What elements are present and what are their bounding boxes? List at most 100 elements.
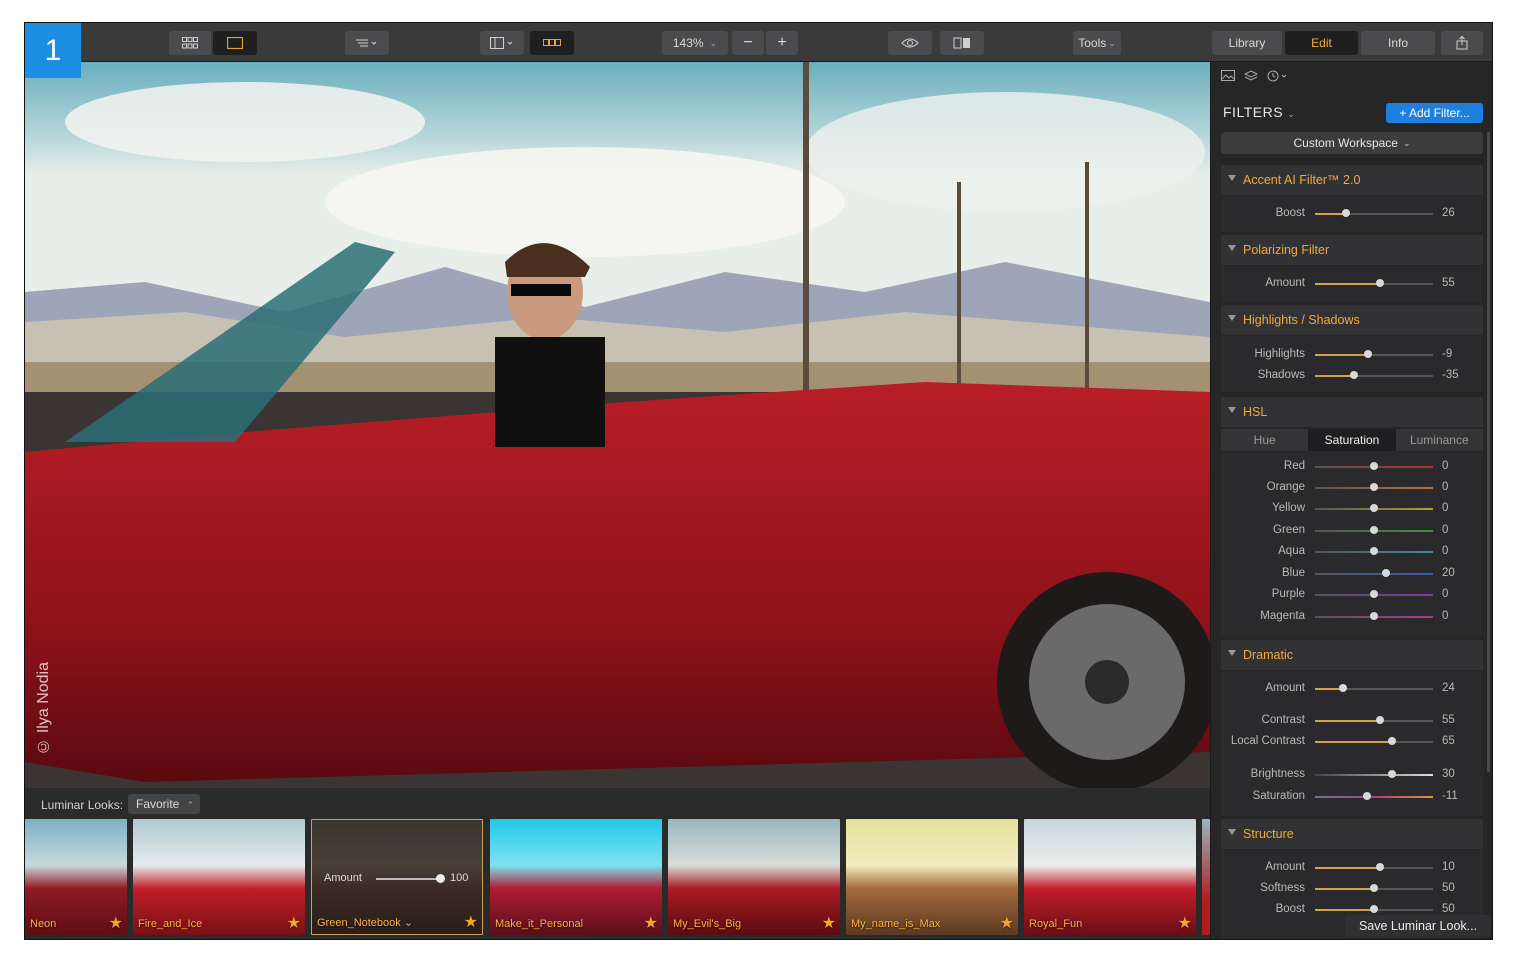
slider-row[interactable]: Local Contrast 65 (1221, 733, 1483, 751)
slider-label: Yellow (1272, 502, 1305, 514)
photo-canvas[interactable]: © Ilya Nodia (25, 62, 1210, 788)
slider-knob[interactable] (1341, 209, 1350, 217)
slider-knob[interactable] (1349, 371, 1358, 379)
share-button[interactable] (1441, 31, 1483, 55)
save-luminar-look-button[interactable]: Save Luminar Look... (1345, 915, 1491, 937)
slider-fill (1315, 909, 1374, 911)
slider-label: Blue (1281, 567, 1305, 579)
look-thumbnail[interactable]: My_Evil's_Big ★ (668, 819, 840, 935)
plus-icon: + (777, 34, 787, 51)
slider-knob[interactable] (1370, 884, 1378, 892)
slider-knob[interactable] (1370, 462, 1378, 470)
slider-row[interactable]: Saturation -11 (1221, 788, 1483, 806)
slider-row[interactable]: Boost 26 (1221, 205, 1483, 223)
add-filter-button[interactable]: + Add Filter... (1386, 103, 1483, 123)
tab-library[interactable]: Library (1212, 31, 1282, 55)
preview-button[interactable] (888, 31, 932, 55)
slider-knob[interactable] (1375, 716, 1384, 724)
slider-knob[interactable] (1387, 770, 1396, 778)
luminar-looks-bar: Luminar Looks: Favorite ⌃ Neon ★ Fire_an… (25, 788, 1210, 939)
tab-saturation[interactable]: Saturation (1308, 429, 1396, 451)
slider-knob[interactable] (1370, 526, 1378, 534)
slider-knob[interactable] (1370, 590, 1378, 598)
slider-track[interactable] (1315, 774, 1433, 776)
tab-edit[interactable]: Edit (1285, 31, 1358, 55)
filters-title[interactable]: FILTERS ⌄ (1223, 104, 1295, 120)
slider-track[interactable] (1315, 796, 1433, 798)
sort-menu-button[interactable] (345, 31, 389, 55)
tab-info[interactable]: Info (1361, 31, 1435, 55)
slider-knob[interactable] (1364, 350, 1373, 358)
slider-row[interactable]: Amount 55 (1221, 275, 1483, 293)
slider-knob[interactable] (1370, 504, 1378, 512)
grid-view-button[interactable] (169, 31, 211, 55)
filter-header-polarizing[interactable]: Polarizing Filter (1221, 235, 1483, 265)
panel-scrollbar[interactable] (1487, 132, 1490, 772)
look-thumbnail[interactable]: Royal_Fun ★ (1024, 819, 1196, 935)
slider-knob[interactable] (1375, 279, 1384, 287)
image-icon[interactable] (1221, 70, 1235, 84)
slider-row[interactable]: Amount 10 (1221, 859, 1483, 877)
slider-value: 0 (1442, 460, 1449, 472)
look-thumbnail[interactable]: Neon ★ (25, 819, 127, 935)
eye-icon (901, 38, 919, 48)
slider-row[interactable]: Red 0 (1221, 458, 1483, 476)
slider-row[interactable]: Brightness 30 (1221, 766, 1483, 784)
slider-knob[interactable] (1362, 792, 1371, 800)
tab-hue[interactable]: Hue (1221, 429, 1308, 451)
slider-knob[interactable] (1370, 547, 1378, 555)
filter-header-highlights-shadows[interactable]: Highlights / Shadows (1221, 305, 1483, 335)
filter-header-dramatic[interactable]: Dramatic (1221, 640, 1483, 670)
slider-row[interactable]: Orange 0 (1221, 479, 1483, 497)
slider-knob[interactable] (1387, 737, 1396, 745)
slider-row[interactable]: Yellow 0 (1221, 500, 1483, 518)
sidebar-toggle-button[interactable] (480, 31, 524, 55)
filmstrip-toggle-button[interactable] (530, 31, 574, 55)
photo-image (25, 62, 1210, 788)
slider-row[interactable]: Purple 0 (1221, 586, 1483, 604)
filter-header-accent-ai[interactable]: Accent AI Filter™ 2.0 (1221, 165, 1483, 195)
zoom-select[interactable]: 143% ⌄ (662, 31, 728, 55)
slider-knob[interactable] (1375, 863, 1384, 871)
workspace-select[interactable]: Custom Workspace ⌄ (1221, 132, 1483, 154)
filter-body-highlights-shadows: Highlights -9 Shadows -35 (1221, 336, 1483, 392)
slider-knob[interactable] (1370, 483, 1378, 491)
look-thumbnail-partial[interactable] (1202, 819, 1210, 935)
zoom-out-button[interactable]: − (732, 31, 764, 55)
slider-knob[interactable] (1370, 905, 1378, 913)
slider-knob[interactable] (1370, 612, 1378, 620)
slider-row[interactable]: Amount 24 (1221, 680, 1483, 698)
slider-label: Highlights (1254, 348, 1306, 360)
layers-icon[interactable] (1243, 70, 1259, 84)
slider-row[interactable]: Green 0 (1221, 522, 1483, 540)
slider-row[interactable]: Highlights -9 (1221, 346, 1483, 364)
single-view-button[interactable] (213, 31, 257, 55)
tab-luminance[interactable]: Luminance (1396, 429, 1483, 451)
zoom-in-button[interactable]: + (766, 31, 798, 55)
filter-header-hsl[interactable]: HSL (1221, 397, 1483, 427)
zoom-value: 143% (672, 36, 704, 50)
slider-knob[interactable] (1381, 569, 1390, 577)
slider-row[interactable]: Softness 50 (1221, 880, 1483, 898)
slider-row[interactable]: Shadows -35 (1221, 367, 1483, 385)
look-amount-slider[interactable] (376, 878, 440, 880)
slider-label: Green (1273, 524, 1305, 536)
slider-row[interactable]: Magenta 0 (1221, 608, 1483, 626)
star-icon: ★ (999, 915, 1014, 932)
tools-menu-button[interactable]: Tools ⌄ (1073, 31, 1121, 55)
slider-track[interactable] (1315, 573, 1433, 575)
history-icon[interactable] (1267, 70, 1289, 85)
filter-header-structure[interactable]: Structure (1221, 819, 1483, 849)
collapse-triangle-icon (1228, 829, 1236, 835)
look-thumbnail-selected[interactable]: Amount 100 Green_Notebook ⌄ ★ (311, 819, 483, 935)
look-thumbnail[interactable]: My_name_is_Max ★ (846, 819, 1018, 935)
slider-row[interactable]: Blue 20 (1221, 565, 1483, 583)
compare-button[interactable] (940, 31, 984, 55)
slider-knob[interactable] (1339, 684, 1348, 692)
slider-row[interactable]: Contrast 55 (1221, 712, 1483, 730)
look-thumbnail[interactable]: Make_it_Personal ★ (490, 819, 662, 935)
slider-row[interactable]: Aqua 0 (1221, 543, 1483, 561)
looks-category-select[interactable]: Favorite ⌃ (128, 794, 200, 814)
look-thumbnail[interactable]: Fire_and_Ice ★ (133, 819, 305, 935)
look-amount-knob[interactable] (436, 874, 445, 883)
